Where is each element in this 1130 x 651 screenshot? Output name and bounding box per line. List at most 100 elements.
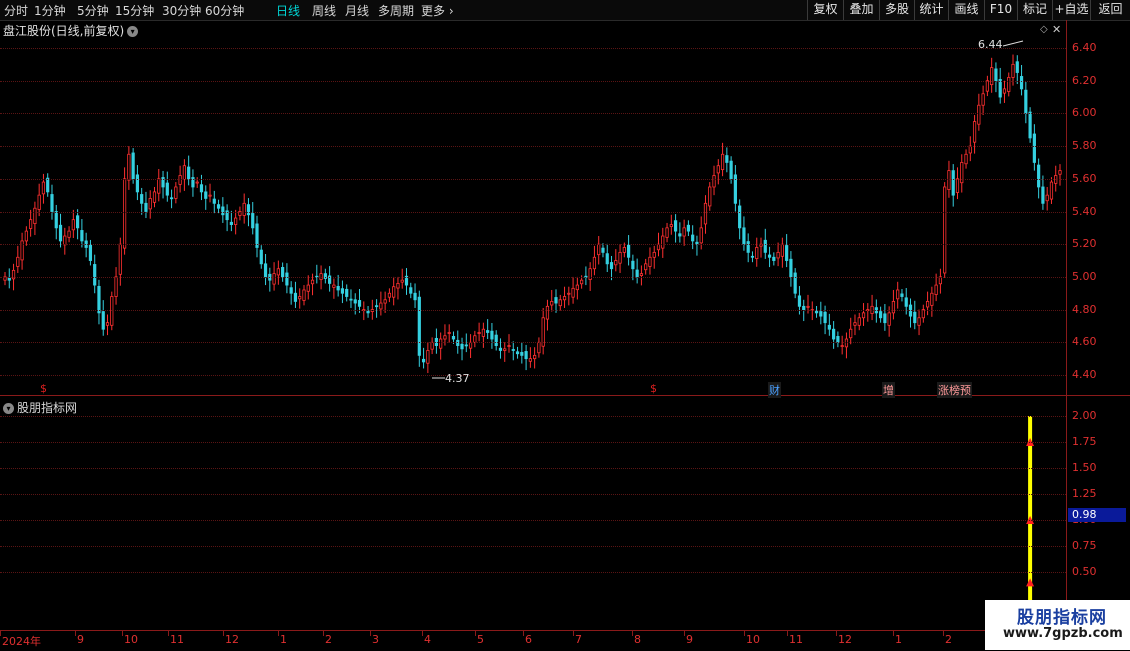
price-tick-label: 4.40 [1072,368,1097,381]
candle-body [609,262,614,270]
candle-body [524,351,528,360]
candle-body [943,186,947,274]
candle-body [750,255,755,258]
candle-body [925,301,930,308]
candle-body [460,343,464,350]
candle-body [298,296,302,300]
candle-body [955,178,960,193]
candle-body [562,296,567,301]
candle-body [503,348,507,351]
candle-body [24,230,28,242]
candle-body [88,244,93,261]
grid-line [0,416,1066,417]
candle-body [635,269,639,278]
price-tick-label: 5.80 [1072,139,1097,153]
candle-body [293,292,298,302]
candle-body [605,253,609,265]
candle-body [618,251,622,264]
price-tick-label: 4.60 [1072,335,1097,349]
candle-body [148,198,152,210]
candle-body [661,235,665,249]
candle-body [627,244,631,258]
candle-body [977,104,981,125]
high-price-label: 6.44 [978,38,1003,51]
time-tick-mark [370,631,371,636]
event-marker[interactable]: 涨榜预 [937,382,972,398]
time-tick-label: 5 [477,633,484,646]
candle-body [208,194,212,197]
time-tick-label: 12 [838,633,852,646]
time-tick-mark [893,631,894,636]
candle-body [669,224,673,227]
time-tick-label: 1 [280,633,287,646]
candle-body [379,302,383,310]
time-tick-mark [632,631,633,636]
candle-body [1041,186,1045,204]
candle-body [110,296,114,326]
candle-body [182,165,186,180]
candle-body [930,292,934,306]
time-tick-label: 11 [789,633,803,646]
candle-body [7,277,11,281]
event-marker[interactable]: 财 [768,382,781,398]
price-tick-label: 5.00 [1072,269,1097,283]
candle-body [67,230,71,238]
candle-body [118,243,122,275]
time-tick-mark [422,631,423,636]
candle-body [972,121,977,143]
candle-body [601,247,605,253]
event-marker[interactable]: $ [40,382,47,395]
candle-body [263,263,268,278]
candle-body [490,330,494,340]
time-tick-mark [744,631,745,636]
candle-body [507,345,511,347]
candle-body [71,219,75,231]
time-tick-mark [475,631,476,636]
grid-line [0,375,1066,376]
candle-body [887,312,891,326]
price-tick-label: 5.20 [1072,237,1097,251]
candle-body [806,305,810,308]
grid-line [0,520,1066,521]
grid-line [0,48,1066,49]
candle-body [37,194,41,210]
candle-body [426,350,430,364]
candle-body [1045,194,1049,202]
candle-body [144,202,148,212]
candle-body [639,273,644,276]
candle-body [451,336,456,340]
candle-body [93,264,97,286]
candle-body [720,153,725,171]
candlestick-chart[interactable] [0,0,1130,650]
candle-body [571,287,575,298]
candle-body [1007,77,1011,92]
grid-line [0,468,1066,469]
event-marker[interactable]: 增 [882,382,895,398]
candle-body [883,313,887,324]
candle-body [58,224,63,242]
candle-body [814,310,819,314]
price-tick-label: 6.40 [1072,41,1097,54]
chevron-down-icon[interactable]: ▾ [3,403,14,414]
grid-line [0,80,1066,82]
candle-body [515,351,520,355]
event-marker[interactable]: $ [650,382,657,395]
signal-arrow [1026,578,1035,587]
watermark-url: www.7gpzb.com [1003,626,1123,641]
time-tick-label: 7 [575,633,582,646]
time-tick-label: 9 [686,633,693,646]
time-tick-label: 2 [325,633,332,646]
candle-body [152,191,157,203]
candle-body [174,186,178,199]
candle-body [554,297,558,304]
grid-line [0,546,1066,547]
candle-body [80,230,84,242]
candle-body [281,267,285,278]
time-tick-mark [168,631,169,636]
indicator-tick-label: 0.50 [1072,565,1097,578]
candle-body [392,286,396,298]
candle-body [913,311,917,324]
candle-body [187,166,191,180]
candle-body [430,341,434,350]
time-tick-label: 2 [945,633,952,646]
